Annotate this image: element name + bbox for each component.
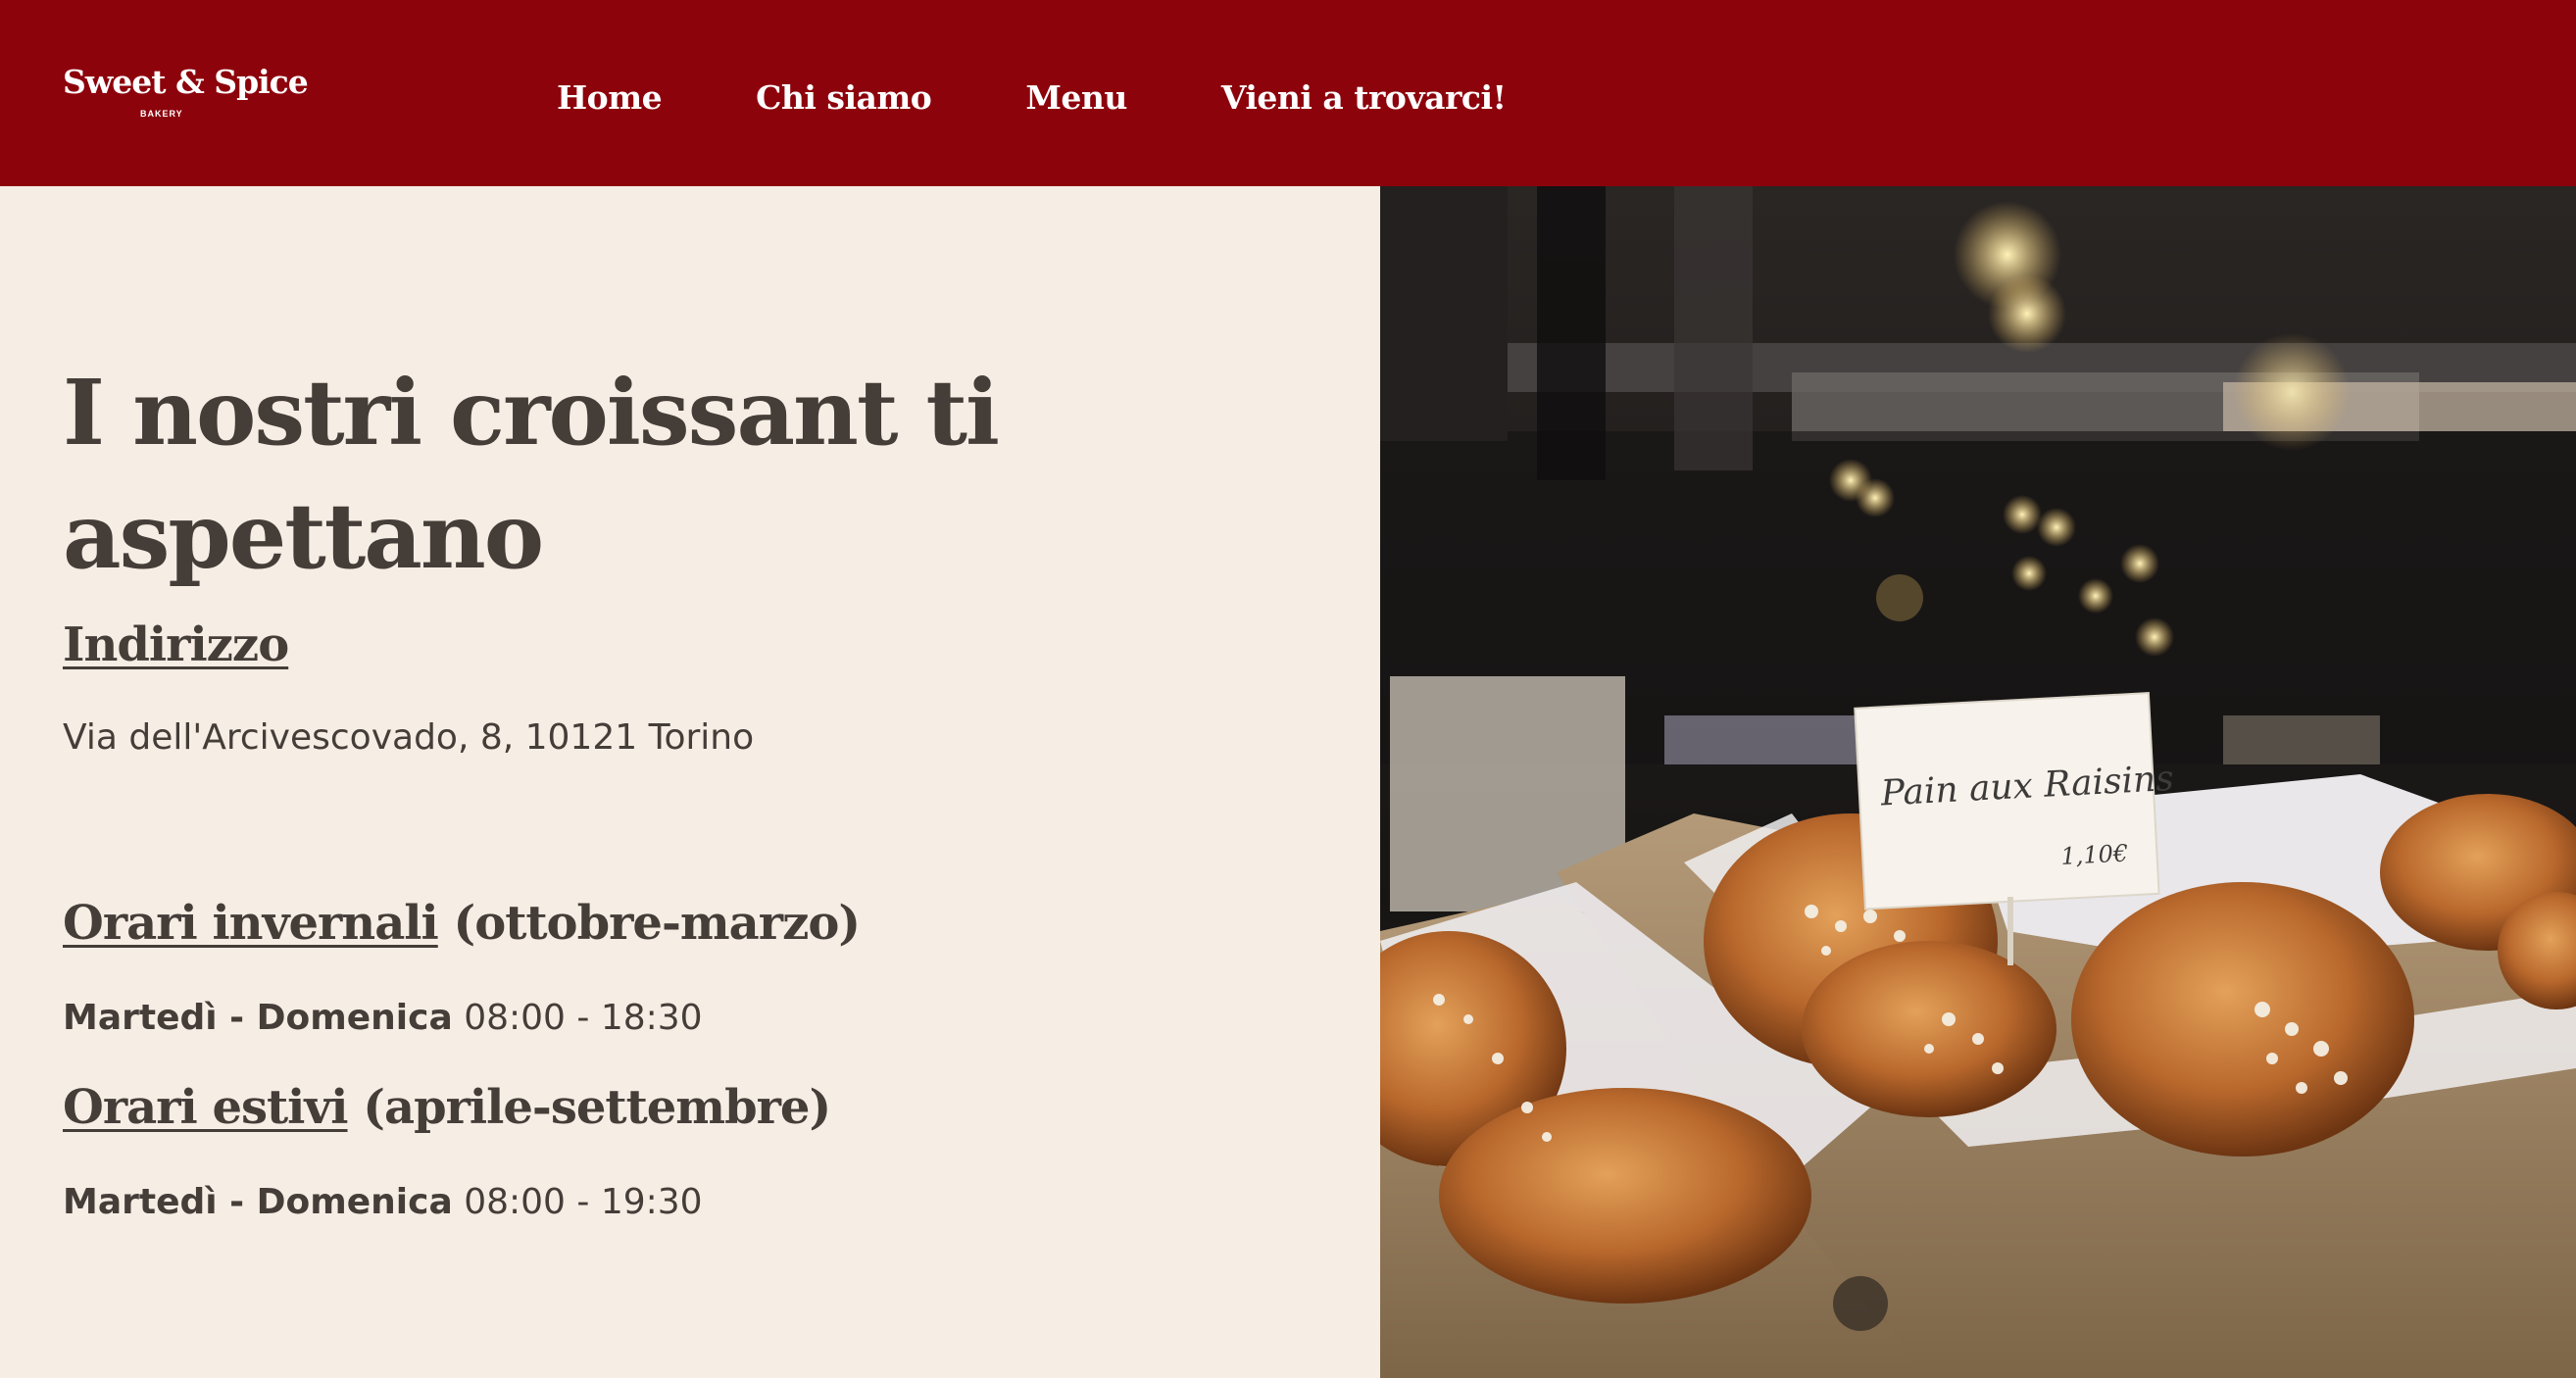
winter-hours: 08:00 - 18:30 — [464, 998, 703, 1038]
address-text: Via dell'Arcivescovado, 8, 10121 Torino — [63, 717, 755, 758]
logo-wordmark: Sweet & Spice — [63, 63, 309, 101]
summer-hours-text: Martedì - Domenica 08:00 - 19:30 — [63, 1178, 703, 1227]
winter-hours-label: Orari invernali — [63, 896, 439, 951]
price-sign: Pain aux Raisins 1,10€ — [1854, 692, 2175, 910]
nav-menu[interactable]: Menu — [1025, 74, 1127, 122]
address-heading-label: Indirizzo — [63, 617, 289, 672]
logo-subtitle: BAKERY — [140, 109, 183, 119]
price-sign-price: 1,10€ — [2060, 839, 2129, 870]
summer-hours: 08:00 - 19:30 — [464, 1182, 703, 1222]
summer-hours-heading: Orari estivi (aprile-settembre) — [63, 1076, 831, 1139]
address-heading: Indirizzo — [63, 614, 289, 676]
nav-vieni-a-trovarci[interactable]: Vieni a trovarci! — [1221, 74, 1507, 122]
summer-hours-label: Orari estivi — [63, 1080, 349, 1135]
winter-hours-period: (ottobre-marzo) — [453, 896, 861, 951]
pastry-basket-illustration: Pain aux Raisins 1,10€ — [1380, 186, 2576, 1378]
bakery-photo: Pain aux Raisins 1,10€ — [1380, 186, 2576, 1378]
summer-days: Martedì - Domenica — [63, 1182, 453, 1222]
winter-hours-heading: Orari invernali (ottobre-marzo) — [63, 892, 861, 955]
page-title: I nostri croissant ti aspettano — [63, 360, 1000, 589]
nav-home[interactable]: Home — [557, 74, 663, 122]
site-header: Sweet & Spice BAKERY Home Chi siamo Menu… — [0, 0, 2576, 186]
winter-days: Martedì - Domenica — [63, 998, 453, 1038]
logo[interactable]: Sweet & Spice BAKERY — [63, 63, 309, 122]
nav-chi-siamo[interactable]: Chi siamo — [756, 74, 932, 122]
winter-hours-text: Martedì - Domenica 08:00 - 18:30 — [63, 994, 703, 1043]
main-nav: Home Chi siamo Menu Vieni a trovarci! — [557, 74, 1507, 122]
summer-hours-period: (aprile-settembre) — [363, 1080, 831, 1135]
